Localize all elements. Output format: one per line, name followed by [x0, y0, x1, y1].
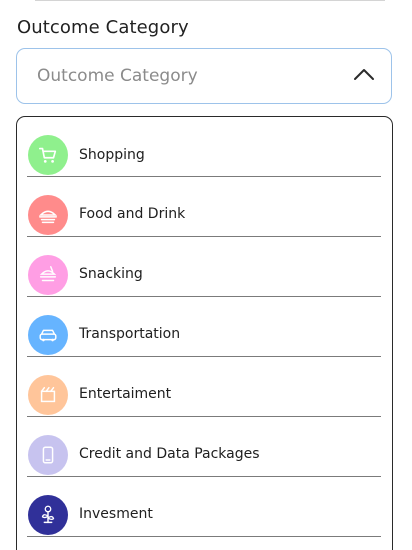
food-drink-icon [28, 195, 68, 235]
money-plant-icon [28, 495, 68, 535]
car-icon [28, 315, 68, 355]
field-label: Outcome Category [17, 17, 189, 38]
option-shopping[interactable]: Shopping [17, 117, 392, 177]
option-food-and-drink[interactable]: Food and Drink [17, 177, 392, 237]
divider [35, 0, 385, 1]
option-snacking[interactable]: Snacking [17, 237, 392, 297]
option-label: Transportation [79, 326, 181, 342]
outcome-category-select[interactable]: Outcome Category [16, 48, 392, 104]
option-label: Food and Drink [79, 206, 186, 222]
snack-icon [28, 255, 68, 295]
chevron-up-icon[interactable] [353, 67, 375, 81]
outcome-category-screen: Outcome Category Outcome Category Shoppi… [0, 0, 412, 550]
option-credit-and-data-packages[interactable]: Credit and Data Packages [17, 417, 392, 477]
option-list: Shopping Food and Drink Snacking Transpo… [17, 117, 392, 537]
option-transportation[interactable]: Transportation [17, 297, 392, 357]
option-label: Invesment [79, 506, 153, 522]
option-label: Shopping [79, 147, 145, 163]
clapperboard-icon [28, 375, 68, 415]
option-label: Credit and Data Packages [79, 446, 260, 462]
option-entertaiment[interactable]: Entertaiment [17, 357, 392, 417]
option-invesment[interactable]: Invesment [17, 477, 392, 537]
select-placeholder: Outcome Category [37, 66, 198, 86]
option-label: Snacking [79, 266, 143, 282]
dropdown-menu: Shopping Food and Drink Snacking Transpo… [16, 116, 393, 550]
option-label: Entertaiment [79, 386, 172, 402]
phone-icon [28, 435, 68, 475]
cart-icon [28, 135, 68, 175]
